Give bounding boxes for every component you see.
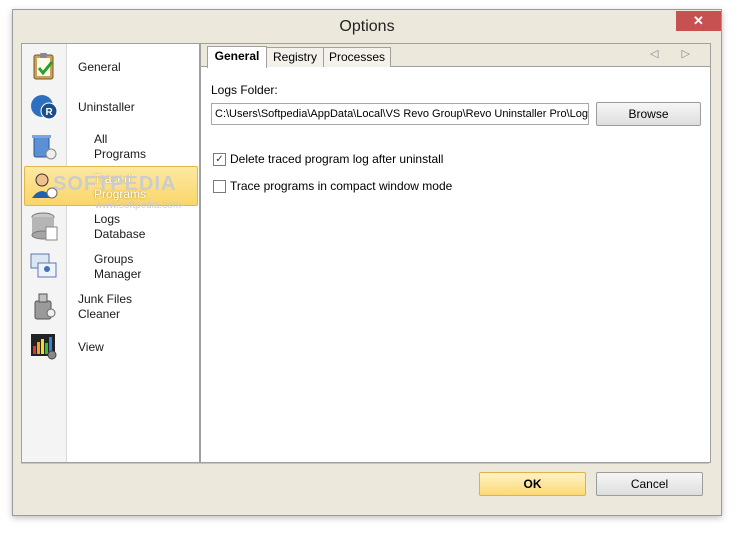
ok-button[interactable]: OK (479, 472, 586, 496)
close-icon: ✕ (693, 13, 704, 28)
cancel-button[interactable]: Cancel (596, 472, 703, 496)
database-icon (31, 212, 58, 241)
sidebar-item-label: View (78, 340, 104, 354)
delete-log-label: Delete traced program log after uninstal… (230, 152, 444, 166)
tab-scroll-arrows[interactable]: ◁ ▷ (650, 47, 700, 60)
clipboard-check-icon (33, 53, 54, 80)
watermark: SOFTPEDIA (53, 173, 177, 195)
logs-folder-label: Logs Folder: (211, 83, 278, 97)
sidebar-item-uninstaller[interactable]: R Uninstaller (22, 87, 199, 127)
options-window: Options ✕ General R Uninstaller All Prog… (12, 9, 722, 516)
sidebar-item-label: General (78, 60, 121, 74)
close-button[interactable]: ✕ (676, 11, 721, 31)
sidebar-item-label: Logs Database (94, 212, 146, 241)
sidebar-item-logs-database[interactable]: Logs Database (22, 207, 199, 247)
delete-log-checkbox[interactable]: ✓ (213, 153, 226, 166)
settings-panel: General Registry Processes ◁ ▷ Logs Fold… (200, 43, 711, 463)
sidebar-item-all-programs[interactable]: All Programs (22, 127, 199, 167)
groups-windows-icon (30, 253, 57, 278)
tab-bar: General Registry Processes ◁ ▷ (201, 44, 710, 68)
compact-mode-checkbox[interactable] (213, 180, 226, 193)
sidebar-item-label: Groups Manager (94, 252, 142, 281)
sidebar-item-groups-manager[interactable]: Groups Manager (22, 247, 199, 287)
sidebar-item-general[interactable]: General (22, 47, 199, 87)
browse-button[interactable]: Browse (596, 102, 701, 126)
view-color-icon (31, 334, 57, 360)
tab-registry[interactable]: Registry (266, 47, 324, 67)
options-sidebar: General R Uninstaller All Programs Trace… (21, 43, 200, 463)
sidebar-item-view[interactable]: View (22, 327, 199, 367)
programs-trash-icon (32, 135, 57, 160)
tab-general[interactable]: General (207, 46, 267, 68)
window-title: Options (339, 18, 395, 35)
tab-processes[interactable]: Processes (323, 47, 391, 67)
footer-divider (21, 463, 709, 464)
sidebar-item-label: Junk Files Cleaner (78, 292, 133, 321)
title-bar[interactable]: Options ✕ (13, 10, 721, 43)
sidebar-item-label: Uninstaller (78, 100, 135, 114)
watermark-url: www.softpedia.com (95, 200, 182, 211)
logs-folder-input[interactable]: C:\Users\Softpedia\AppData\Local\VS Revo… (211, 103, 589, 125)
compact-mode-label: Trace programs in compact window mode (230, 179, 453, 193)
sidebar-item-junk-files-cleaner[interactable]: Junk Files Cleaner (22, 287, 199, 327)
junk-cleaner-icon (34, 293, 56, 320)
sidebar-item-label: All Programs (94, 132, 147, 161)
svg-text:R: R (46, 107, 54, 118)
revo-uninstaller-icon: R (31, 95, 58, 120)
